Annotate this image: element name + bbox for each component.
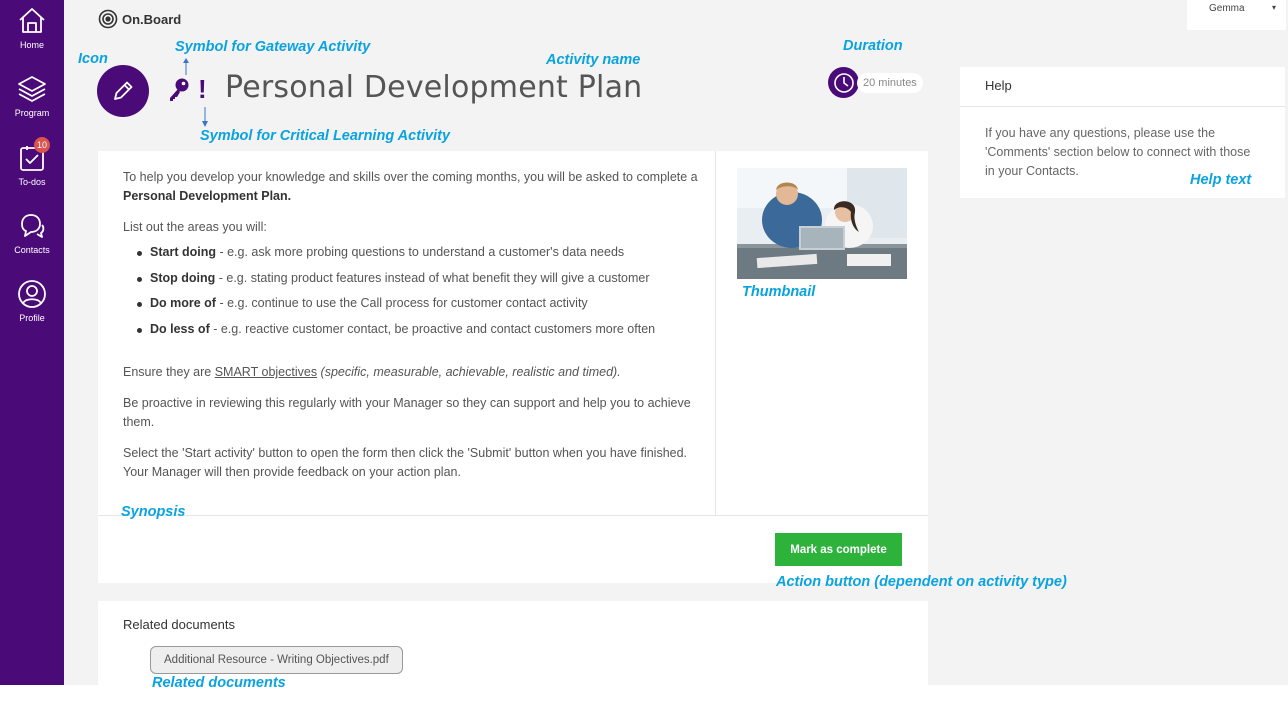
activity-type-icon [97, 65, 149, 117]
sidebar-item-program[interactable]: Program [0, 74, 64, 118]
todo-count-badge: 10 [34, 137, 50, 153]
synopsis-list: Start doing - e.g. ask more probing ques… [123, 243, 703, 339]
arrow-down-icon [202, 107, 208, 127]
sidebar-item-contacts[interactable]: Contacts [0, 211, 64, 255]
sidebar-item-todos[interactable]: 10 To-dos [0, 137, 64, 187]
layers-icon [18, 76, 46, 102]
pencil-icon [114, 81, 133, 100]
divider [98, 515, 928, 516]
annotation-help-text: Help text [1190, 172, 1252, 188]
annotation-icon: Icon [78, 51, 108, 67]
list-item-text: - e.g. continue to use the Call process … [215, 296, 588, 310]
chat-icon [21, 214, 45, 238]
activity-card: To help you develop your knowledge and s… [98, 151, 928, 583]
annotation-related-documents: Related documents [152, 675, 286, 691]
synopsis-instructions: Select the 'Start activity' button to op… [123, 446, 688, 479]
smart-objectives-link[interactable]: SMART objectives [215, 365, 317, 379]
sidebar-item-profile[interactable]: Profile [0, 279, 64, 323]
chevron-down-icon: ▾ [1271, 3, 1276, 12]
clock-icon [828, 67, 859, 98]
annotation-action-button: Action button (dependent on activity typ… [776, 574, 1067, 590]
logo-text: On.Board [122, 11, 182, 27]
synopsis: To help you develop your knowledge and s… [123, 168, 703, 494]
sidebar-item-label: Home [19, 40, 44, 50]
duration-badge: 20 minutes [828, 67, 923, 98]
annotation-critical: Symbol for Critical Learning Activity [200, 128, 451, 144]
sidebar: Home Program 10 To-dos Contacts Profile [0, 0, 64, 685]
list-item: Do more of - e.g. continue to use the Ca… [123, 294, 703, 313]
help-title: Help [985, 78, 1012, 93]
synopsis-smart: Ensure they are SMART objectives (specif… [123, 363, 703, 382]
list-item-bold: Start doing [150, 245, 216, 259]
annotation-activity-name: Activity name [546, 52, 641, 68]
annotation-duration: Duration [843, 38, 903, 54]
arrow-up-icon [183, 58, 189, 75]
activity-thumbnail [737, 168, 907, 279]
home-icon [19, 8, 45, 33]
annotation-synopsis: Synopsis [121, 504, 186, 520]
target-logo-icon [98, 9, 118, 29]
list-item-bold: Do more of [150, 296, 216, 310]
synopsis-intro: To help you develop your knowledge and s… [123, 168, 703, 206]
list-item: Start doing - e.g. ask more probing ques… [123, 243, 703, 262]
key-icon [170, 78, 189, 101]
synopsis-intro-text: To help you develop your knowledge and s… [123, 170, 698, 184]
sidebar-item-home[interactable]: Home [0, 6, 64, 50]
activity-title: Personal Development Plan [225, 70, 643, 105]
related-documents-card: Related documents Additional Resource - … [98, 601, 928, 685]
list-item: Stop doing - e.g. stating product featur… [123, 269, 703, 288]
divider [960, 106, 1285, 107]
sidebar-item-label: Profile [19, 313, 45, 323]
duration-text: 20 minutes [857, 72, 923, 93]
annotation-thumbnail: Thumbnail [742, 284, 816, 300]
document-link[interactable]: Additional Resource - Writing Objectives… [150, 646, 403, 674]
sidebar-item-label: Contacts [14, 245, 50, 255]
sidebar-item-label: To-dos [18, 177, 46, 187]
smart-italic: (specific, measurable, achievable, reali… [317, 365, 621, 379]
user-menu[interactable]: Gemma ▾ [1187, 0, 1286, 30]
smart-prefix: Ensure they are [123, 365, 215, 379]
list-item-text: - e.g. reactive customer contact, be pro… [209, 321, 656, 336]
list-item-bold: Do less of [150, 321, 210, 336]
mark-as-complete-button[interactable]: Mark as complete [775, 533, 902, 566]
user-name: Gemma [1209, 3, 1245, 14]
list-item-text: - e.g. stating product features instead … [215, 270, 650, 285]
related-documents-title: Related documents [123, 617, 236, 632]
synopsis-list-intro: List out the areas you will: [123, 220, 267, 234]
divider [715, 151, 716, 515]
synopsis-proactive: Be proactive in reviewing this regularly… [123, 396, 691, 429]
sidebar-item-label: Program [14, 108, 50, 118]
app-logo[interactable]: On.Board [98, 9, 181, 29]
annotation-gateway: Symbol for Gateway Activity [175, 39, 371, 55]
list-item-bold: Stop doing [150, 270, 216, 285]
critical-activity-icon: ! [198, 74, 207, 104]
list-item-text: - e.g. ask more probing questions to und… [215, 245, 625, 259]
list-item: Do less of - e.g. reactive customer cont… [123, 320, 703, 339]
synopsis-intro-bold: Personal Development Plan. [123, 189, 292, 203]
user-icon [18, 280, 46, 308]
